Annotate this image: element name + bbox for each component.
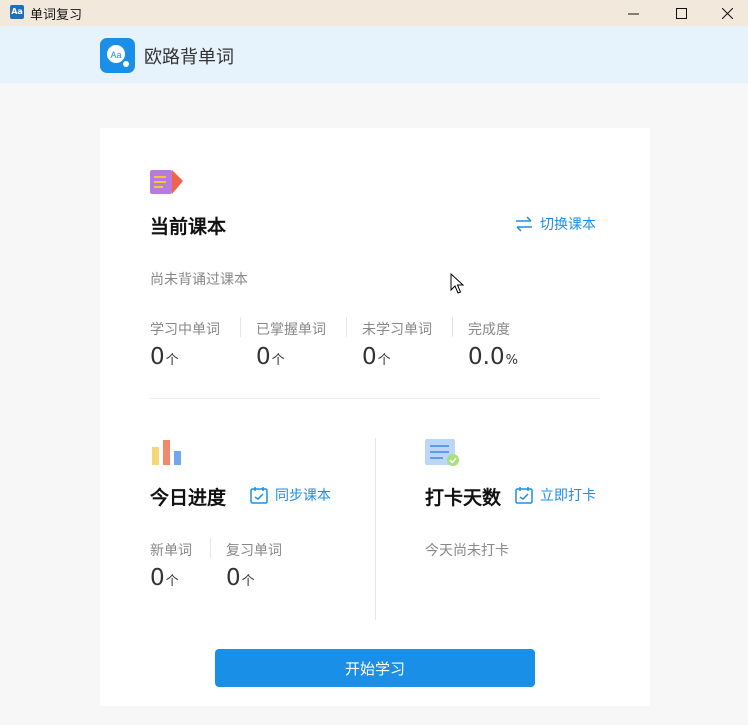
new-words-label: 新单词: [150, 543, 192, 559]
mouse-cursor-icon: [450, 273, 464, 294]
section-divider: [150, 398, 600, 399]
sync-book-button[interactable]: 同步课本: [249, 485, 331, 505]
review-words-label: 复习单词: [226, 543, 282, 559]
checklist-icon: [425, 439, 459, 466]
learning-words-value: 0个: [150, 344, 179, 370]
checkin-label: 立即打卡: [540, 488, 596, 504]
divider: [210, 538, 211, 558]
column-divider: [375, 438, 376, 620]
minimize-icon: [627, 13, 639, 14]
switch-book-button[interactable]: 切换课本: [514, 214, 596, 234]
window-title: 单词复习: [30, 8, 83, 23]
calendar-icon: [250, 487, 268, 504]
maximize-button[interactable]: [658, 0, 704, 26]
completion-value: 0.0%: [468, 344, 518, 370]
review-words-value: 0个: [226, 565, 255, 591]
maximize-icon: [675, 7, 687, 19]
close-button[interactable]: [704, 0, 748, 26]
window-titlebar: Aa 单词复习: [0, 0, 748, 26]
main-card: 当前课本 切换课本 尚未背诵过课本 学习中单词 0个 已掌握单词 0个 未学习单…: [100, 128, 650, 706]
checkin-button[interactable]: 立即打卡: [514, 485, 596, 505]
checkin-title: 打卡天数: [425, 487, 502, 509]
start-learning-button[interactable]: 开始学习: [215, 649, 535, 687]
book-icon: [150, 170, 183, 194]
bar-chart-icon: [152, 440, 181, 465]
app-header: Aa 欧路背单词: [0, 26, 748, 83]
divider: [240, 317, 241, 337]
divider: [452, 317, 453, 337]
learning-words-label: 学习中单词: [150, 322, 220, 338]
divider: [346, 317, 347, 337]
calendar-check-icon: [515, 487, 533, 504]
new-words-value: 0个: [150, 565, 179, 591]
sync-book-label: 同步课本: [275, 488, 331, 504]
mastered-words-label: 已掌握单词: [256, 322, 326, 338]
current-book-title: 当前课本: [150, 216, 227, 238]
swap-icon: [516, 216, 532, 232]
app-window-icon: Aa: [10, 5, 24, 19]
unlearned-words-value: 0个: [362, 344, 391, 370]
checkin-status: 今天尚未打卡: [425, 543, 509, 559]
completion-label: 完成度: [468, 322, 510, 338]
mastered-words-value: 0个: [256, 344, 285, 370]
svg-text:Aa: Aa: [110, 50, 121, 60]
close-icon: [721, 7, 733, 19]
today-progress-title: 今日进度: [150, 487, 227, 509]
app-name: 欧路背单词: [144, 47, 234, 68]
app-logo: Aa: [100, 38, 135, 73]
unlearned-words-label: 未学习单词: [362, 322, 432, 338]
switch-book-label: 切换课本: [540, 217, 596, 233]
book-status: 尚未背诵过课本: [150, 272, 248, 288]
dictionary-logo-icon: Aa: [107, 45, 129, 67]
minimize-button[interactable]: [610, 0, 656, 26]
